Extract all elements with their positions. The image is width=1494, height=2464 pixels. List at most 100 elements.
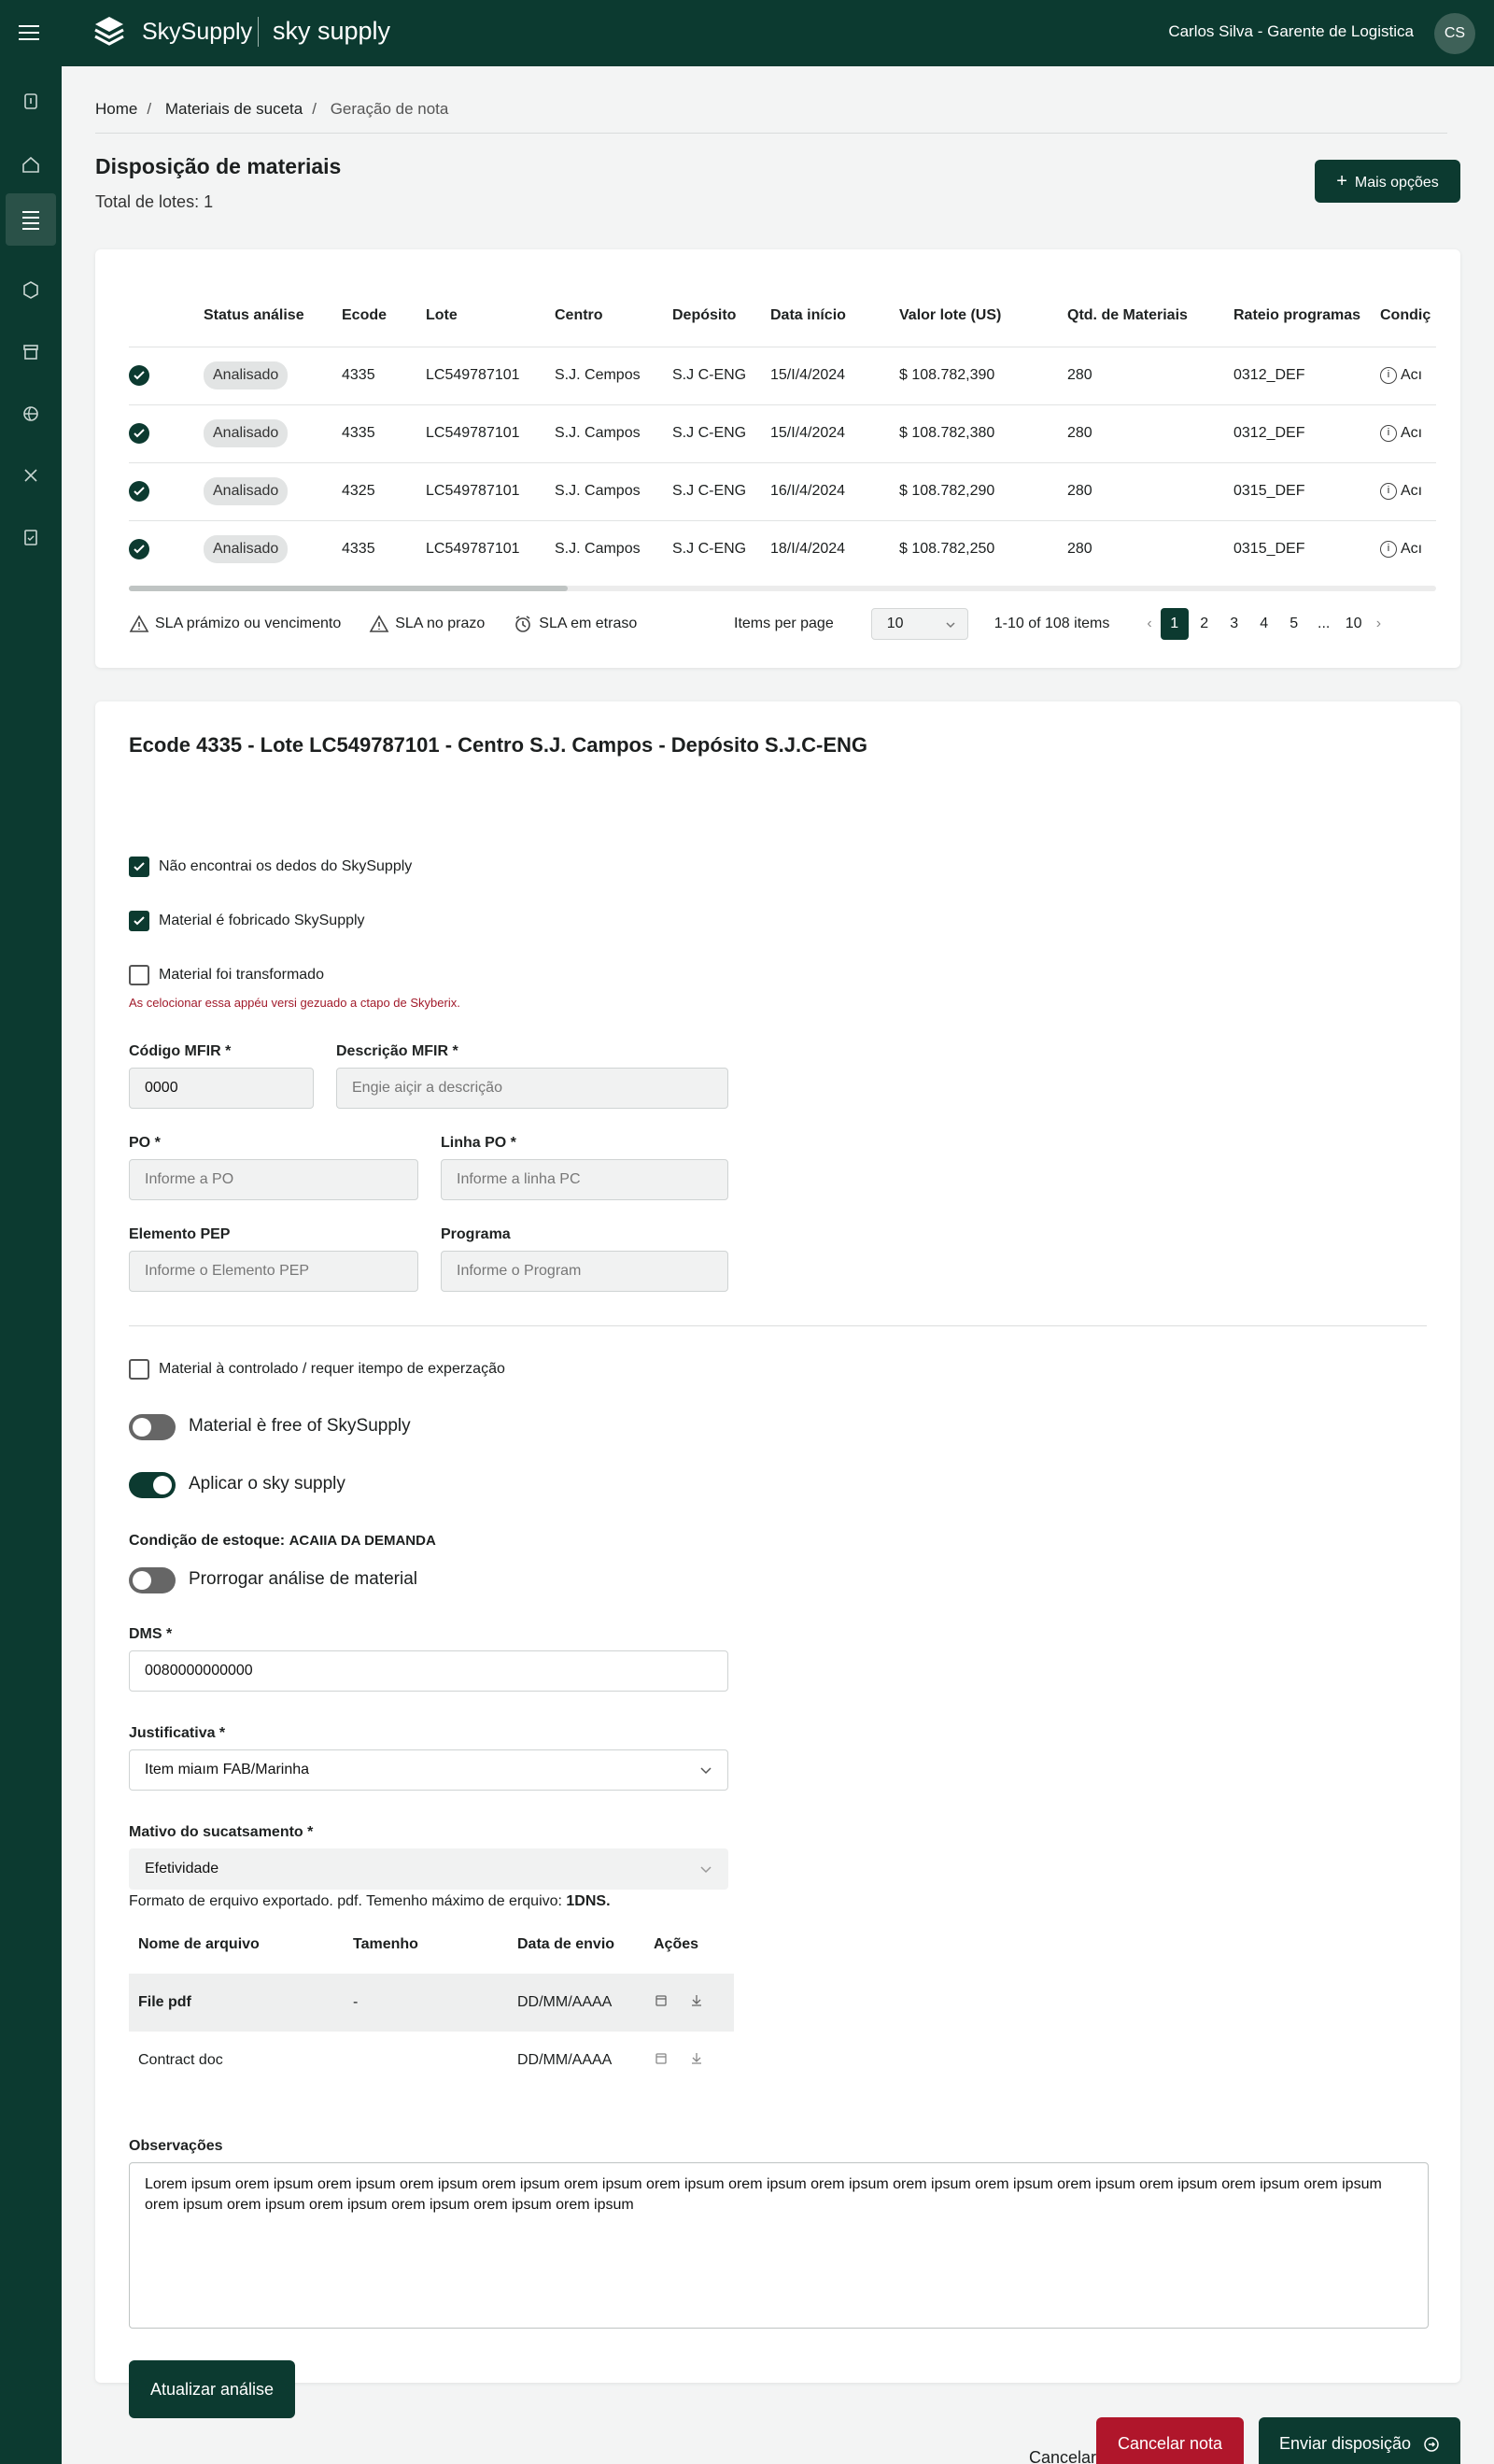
- page-button-3[interactable]: 3: [1220, 608, 1248, 640]
- page-button-5[interactable]: 5: [1280, 608, 1308, 640]
- column-header[interactable]: Lote: [426, 285, 555, 347]
- column-header[interactable]: Status análise: [204, 285, 342, 347]
- table-row[interactable]: Analisado 4335 LC549787101 S.J. Campos S…: [129, 519, 1436, 578]
- column-header[interactable]: Condiç: [1380, 285, 1436, 347]
- info-icon[interactable]: i: [1380, 424, 1397, 442]
- justificativa-select[interactable]: Item miaım FAB/Marinha: [129, 1749, 728, 1791]
- page-button-1[interactable]: 1: [1160, 608, 1189, 640]
- motivo-value: Efetividade: [145, 1861, 219, 1876]
- info-icon[interactable]: i: [1380, 541, 1397, 559]
- avatar[interactable]: CS: [1434, 13, 1475, 54]
- cell-qtd: 280: [1067, 404, 1233, 462]
- column-header[interactable]: Data início: [770, 285, 899, 347]
- archive-icon[interactable]: [17, 337, 45, 365]
- plus-icon: +: [1336, 171, 1347, 191]
- page-ellipsis: ...: [1318, 616, 1331, 631]
- codigo-mfir-input[interactable]: 0000: [129, 1068, 314, 1109]
- report-icon[interactable]: [17, 523, 45, 551]
- checkbox-label: Não encontrai os dedos do SkySupply: [159, 858, 413, 874]
- table-row[interactable]: Analisado 4325 LC549787101 S.J. Campos S…: [129, 461, 1436, 520]
- programa-input[interactable]: Informe o Program: [441, 1251, 728, 1292]
- total-lots: Total de lotes: 1: [95, 192, 214, 211]
- observacoes-textarea[interactable]: Lorem ipsum orem ipsum orem ipsum orem i…: [129, 2162, 1429, 2329]
- checkbox-unchecked[interactable]: [129, 1359, 149, 1380]
- column-header[interactable]: Centro: [555, 285, 672, 347]
- view-icon[interactable]: [654, 1993, 669, 2013]
- toggle-off[interactable]: [129, 1567, 176, 1593]
- checkbox-label: Material é fobricado SkySupply: [159, 913, 365, 928]
- chevron-right-icon[interactable]: ›: [1376, 616, 1381, 632]
- descricao-label: Descrição MFIR *: [336, 1043, 458, 1059]
- page-button-2[interactable]: 2: [1191, 608, 1219, 640]
- toggle-off[interactable]: [129, 1414, 176, 1440]
- send-disposition-label: Enviar disposição: [1278, 2434, 1412, 2453]
- hamburger-menu-icon[interactable]: [19, 21, 39, 45]
- check-circle-icon: [129, 365, 149, 386]
- page-button-10[interactable]: 10: [1340, 608, 1368, 640]
- po-label: PO *: [129, 1135, 161, 1151]
- column-header[interactable]: Rateio programas: [1233, 285, 1380, 347]
- info-icon[interactable]: i: [1380, 482, 1397, 500]
- more-options-button[interactable]: + Mais opções: [1315, 160, 1460, 203]
- items-per-page-select[interactable]: 10: [870, 608, 968, 640]
- dms-input[interactable]: 0080000000000: [129, 1650, 728, 1692]
- send-disposition-button[interactable]: Enviar disposição: [1259, 2417, 1460, 2464]
- chevron-left-icon[interactable]: ‹: [1147, 616, 1151, 632]
- column-header[interactable]: Depósito: [672, 285, 770, 347]
- cell-rateio: 0312_DEF: [1233, 346, 1380, 404]
- page-button-4[interactable]: 4: [1250, 608, 1278, 640]
- header-separator: [258, 17, 259, 47]
- horizontal-scrollbar[interactable]: [129, 586, 1436, 591]
- table-row[interactable]: Analisado 4335 LC549787101 S.J. Campos S…: [129, 404, 1436, 462]
- view-icon[interactable]: [654, 2051, 669, 2071]
- scrollbar-thumb[interactable]: [129, 586, 568, 591]
- cancel-note-button[interactable]: Cancelar nota: [1096, 2417, 1244, 2464]
- globe-icon[interactable]: [17, 400, 45, 428]
- more-options-label: Mais opções: [1354, 175, 1439, 191]
- checkbox-unchecked[interactable]: [129, 965, 149, 985]
- codigo-label: Código MFIR *: [129, 1043, 232, 1059]
- download-icon[interactable]: [689, 2051, 704, 2071]
- file-row: File pdf - DD/MM/AAAA: [129, 1974, 734, 2032]
- pep-input[interactable]: Informe o Elemento PEP: [129, 1251, 418, 1292]
- cell-rateio: 0315_DEF: [1233, 461, 1380, 520]
- status-badge: Analisado: [204, 361, 289, 389]
- user-name[interactable]: Carlos Silva - Garente de Logistica: [1168, 22, 1414, 41]
- breadcrumb-materiais[interactable]: Materiais de suceta: [165, 100, 303, 118]
- update-analysis-button[interactable]: Atualizar análise: [129, 2360, 295, 2418]
- info-icon[interactable]: i: [1380, 366, 1397, 384]
- check-circle-icon: [129, 481, 149, 502]
- checkbox-checked[interactable]: [129, 857, 149, 877]
- cell-qtd: 280: [1067, 461, 1233, 520]
- linha-po-input[interactable]: Informe a linha PC: [441, 1159, 728, 1200]
- motivo-select[interactable]: Efetividade: [129, 1848, 728, 1890]
- column-header: Ações: [654, 1936, 699, 1952]
- column-header[interactable]: Ecode: [342, 285, 426, 347]
- home-icon[interactable]: [17, 150, 45, 178]
- checkbox-row[interactable]: Material é fobricado SkySupply: [129, 911, 365, 931]
- file-row: Contract doc DD/MM/AAAA: [129, 2032, 734, 2089]
- checkbox-row[interactable]: Material foi transformado: [129, 965, 324, 985]
- checkbox-checked[interactable]: [129, 911, 149, 931]
- pagination: Items per page 10 1-10 of 108 items ‹ 1 …: [734, 608, 1381, 640]
- tools-icon[interactable]: [17, 461, 45, 489]
- checkbox-row[interactable]: Material à controlado / requer itempo de…: [129, 1359, 505, 1380]
- column-header: [129, 285, 204, 347]
- table-row[interactable]: Analisado 4335 LC549787101 S.J. Cempos S…: [129, 346, 1436, 404]
- box-icon[interactable]: [17, 276, 45, 304]
- checkbox-row[interactable]: Não encontrai os dedos do SkySupply: [129, 857, 412, 877]
- breadcrumb-home[interactable]: Home: [95, 100, 137, 118]
- descricao-mfir-input[interactable]: Engie aiçir a descrição: [336, 1068, 728, 1109]
- stock-condition: Condição de estoque: ACAIIA DA DEMANDA: [129, 1533, 436, 1550]
- column-header[interactable]: Valor lote (US): [899, 285, 1067, 347]
- download-icon[interactable]: [689, 1993, 704, 2013]
- list-icon[interactable]: [6, 193, 56, 246]
- cell-ecode: 4335: [342, 346, 426, 404]
- dashboard-icon[interactable]: [17, 87, 45, 115]
- po-input[interactable]: Informe a PO: [129, 1159, 418, 1200]
- toggle-on[interactable]: [129, 1472, 176, 1498]
- main-content: Home / Materiais de suceta / Geração de no…: [62, 66, 1494, 2464]
- justificativa-label: Justificativa *: [129, 1725, 226, 1741]
- cell-qtd: 280: [1067, 346, 1233, 404]
- column-header[interactable]: Qtd. de Materiais: [1067, 285, 1233, 347]
